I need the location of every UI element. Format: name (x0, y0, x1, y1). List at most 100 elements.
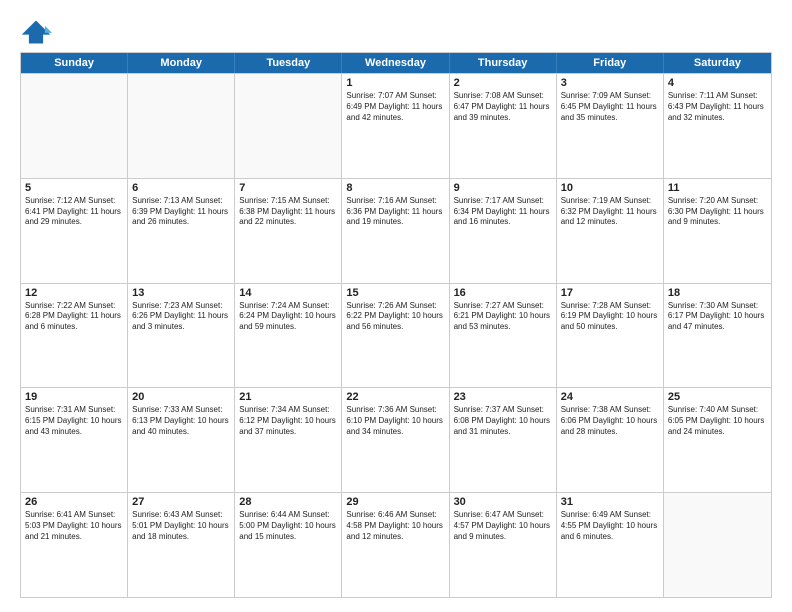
day-number: 22 (346, 391, 444, 403)
calendar-cell (128, 74, 235, 178)
calendar-header-day: Tuesday (235, 53, 342, 73)
day-info: Sunrise: 7:19 AM Sunset: 6:32 PM Dayligh… (561, 196, 659, 228)
day-number: 19 (25, 391, 123, 403)
day-number: 7 (239, 182, 337, 194)
day-number: 13 (132, 287, 230, 299)
calendar-week: 5 Sunrise: 7:12 AM Sunset: 6:41 PM Daylig… (21, 178, 771, 283)
calendar-cell: 6Sunrise: 7:13 AM Sunset: 6:39 PM Daylig… (128, 179, 235, 283)
calendar-cell: 13 Sunrise: 7:23 AM Sunset: 6:26 PM Dayli… (128, 284, 235, 388)
day-info: Sunrise: 7:09 AM Sunset: 6:45 PM Dayligh… (561, 91, 659, 123)
calendar-cell: 26Sunrise: 6:41 AM Sunset: 5:03 PM Dayli… (21, 493, 128, 597)
day-info: Sunrise: 7:23 AM Sunset: 6:26 PM Dayligh… (132, 301, 230, 333)
day-number: 10 (561, 182, 659, 194)
day-number: 11 (668, 182, 767, 194)
day-number: 12 (25, 287, 123, 299)
calendar-cell: 21 Sunrise: 7:34 AM Sunset: 6:12 PM Dayli… (235, 388, 342, 492)
header (20, 18, 772, 46)
calendar-cell: 22 Sunrise: 7:36 AM Sunset: 6:10 PM Dayli… (342, 388, 449, 492)
calendar-cell: 18Sunrise: 7:30 AM Sunset: 6:17 PM Dayli… (664, 284, 771, 388)
day-info: Sunrise: 7:37 AM Sunset: 6:08 PM Dayligh… (454, 405, 552, 437)
logo (20, 18, 56, 46)
calendar-cell: 28Sunrise: 6:44 AM Sunset: 5:00 PM Dayli… (235, 493, 342, 597)
calendar-cell: 20 Sunrise: 7:33 AM Sunset: 6:13 PM Dayli… (128, 388, 235, 492)
day-info: Sunrise: 7:07 AM Sunset: 6:49 PM Dayligh… (346, 91, 444, 123)
day-info: Sunrise: 7:36 AM Sunset: 6:10 PM Dayligh… (346, 405, 444, 437)
day-info: Sunrise: 7:33 AM Sunset: 6:13 PM Dayligh… (132, 405, 230, 437)
calendar-cell: 14Sunrise: 7:24 AM Sunset: 6:24 PM Dayli… (235, 284, 342, 388)
calendar-header-day: Monday (128, 53, 235, 73)
day-info: Sunrise: 6:43 AM Sunset: 5:01 PM Dayligh… (132, 510, 230, 542)
calendar-cell: 1 Sunrise: 7:07 AM Sunset: 6:49 PM Daylig… (342, 74, 449, 178)
calendar-header-day: Sunday (21, 53, 128, 73)
calendar-cell (664, 493, 771, 597)
calendar-header-day: Saturday (664, 53, 771, 73)
calendar-cell: 31Sunrise: 6:49 AM Sunset: 4:55 PM Dayli… (557, 493, 664, 597)
day-number: 8 (346, 182, 444, 194)
calendar-cell: 5 Sunrise: 7:12 AM Sunset: 6:41 PM Daylig… (21, 179, 128, 283)
day-number: 21 (239, 391, 337, 403)
day-info: Sunrise: 6:47 AM Sunset: 4:57 PM Dayligh… (454, 510, 552, 542)
day-number: 27 (132, 496, 230, 508)
calendar-cell: 25 Sunrise: 7:40 AM Sunset: 6:05 PM Dayli… (664, 388, 771, 492)
day-info: Sunrise: 7:27 AM Sunset: 6:21 PM Dayligh… (454, 301, 552, 333)
day-number: 23 (454, 391, 552, 403)
day-info: Sunrise: 7:12 AM Sunset: 6:41 PM Dayligh… (25, 196, 123, 228)
day-number: 20 (132, 391, 230, 403)
day-info: Sunrise: 7:40 AM Sunset: 6:05 PM Dayligh… (668, 405, 767, 437)
day-number: 4 (668, 77, 767, 89)
calendar-cell: 10 Sunrise: 7:19 AM Sunset: 6:32 PM Dayli… (557, 179, 664, 283)
day-number: 5 (25, 182, 123, 194)
day-info: Sunrise: 6:41 AM Sunset: 5:03 PM Dayligh… (25, 510, 123, 542)
calendar-body: 1 Sunrise: 7:07 AM Sunset: 6:49 PM Daylig… (21, 73, 771, 597)
calendar-week: 12 Sunrise: 7:22 AM Sunset: 6:28 PM Dayli… (21, 283, 771, 388)
day-info: Sunrise: 7:20 AM Sunset: 6:30 PM Dayligh… (668, 196, 767, 228)
calendar-cell: 23 Sunrise: 7:37 AM Sunset: 6:08 PM Dayli… (450, 388, 557, 492)
calendar-cell: 7 Sunrise: 7:15 AM Sunset: 6:38 PM Daylig… (235, 179, 342, 283)
calendar-cell: 19 Sunrise: 7:31 AM Sunset: 6:15 PM Dayli… (21, 388, 128, 492)
calendar-cell: 17 Sunrise: 7:28 AM Sunset: 6:19 PM Dayli… (557, 284, 664, 388)
day-info: Sunrise: 7:38 AM Sunset: 6:06 PM Dayligh… (561, 405, 659, 437)
day-info: Sunrise: 7:16 AM Sunset: 6:36 PM Dayligh… (346, 196, 444, 228)
calendar-cell: 29 Sunrise: 6:46 AM Sunset: 4:58 PM Dayli… (342, 493, 449, 597)
day-number: 1 (346, 77, 444, 89)
calendar-header-day: Thursday (450, 53, 557, 73)
day-info: Sunrise: 7:17 AM Sunset: 6:34 PM Dayligh… (454, 196, 552, 228)
day-info: Sunrise: 6:46 AM Sunset: 4:58 PM Dayligh… (346, 510, 444, 542)
calendar-cell: 8 Sunrise: 7:16 AM Sunset: 6:36 PM Daylig… (342, 179, 449, 283)
day-number: 15 (346, 287, 444, 299)
calendar-cell: 4 Sunrise: 7:11 AM Sunset: 6:43 PM Daylig… (664, 74, 771, 178)
calendar-cell: 9 Sunrise: 7:17 AM Sunset: 6:34 PM Daylig… (450, 179, 557, 283)
page: SundayMondayTuesdayWednesdayThursdayFrid… (0, 0, 792, 612)
day-info: Sunrise: 7:15 AM Sunset: 6:38 PM Dayligh… (239, 196, 337, 228)
day-number: 3 (561, 77, 659, 89)
day-number: 17 (561, 287, 659, 299)
day-number: 18 (668, 287, 767, 299)
day-number: 29 (346, 496, 444, 508)
day-info: Sunrise: 7:28 AM Sunset: 6:19 PM Dayligh… (561, 301, 659, 333)
calendar-cell: 12 Sunrise: 7:22 AM Sunset: 6:28 PM Dayli… (21, 284, 128, 388)
day-info: Sunrise: 7:24 AM Sunset: 6:24 PM Dayligh… (239, 301, 337, 333)
day-info: Sunrise: 7:34 AM Sunset: 6:12 PM Dayligh… (239, 405, 337, 437)
day-number: 9 (454, 182, 552, 194)
calendar-week: 1 Sunrise: 7:07 AM Sunset: 6:49 PM Daylig… (21, 73, 771, 178)
calendar-cell: 15 Sunrise: 7:26 AM Sunset: 6:22 PM Dayli… (342, 284, 449, 388)
calendar-cell: 11 Sunrise: 7:20 AM Sunset: 6:30 PM Dayli… (664, 179, 771, 283)
day-info: Sunrise: 7:26 AM Sunset: 6:22 PM Dayligh… (346, 301, 444, 333)
calendar-cell (235, 74, 342, 178)
day-number: 28 (239, 496, 337, 508)
day-info: Sunrise: 7:31 AM Sunset: 6:15 PM Dayligh… (25, 405, 123, 437)
calendar: SundayMondayTuesdayWednesdayThursdayFrid… (20, 52, 772, 598)
calendar-header-day: Friday (557, 53, 664, 73)
calendar-cell: 3 Sunrise: 7:09 AM Sunset: 6:45 PM Daylig… (557, 74, 664, 178)
day-info: Sunrise: 7:11 AM Sunset: 6:43 PM Dayligh… (668, 91, 767, 123)
day-info: Sunrise: 7:22 AM Sunset: 6:28 PM Dayligh… (25, 301, 123, 333)
day-number: 16 (454, 287, 552, 299)
calendar-cell: 16 Sunrise: 7:27 AM Sunset: 6:21 PM Dayli… (450, 284, 557, 388)
day-number: 25 (668, 391, 767, 403)
day-number: 2 (454, 77, 552, 89)
day-number: 6 (132, 182, 230, 194)
calendar-cell: 30Sunrise: 6:47 AM Sunset: 4:57 PM Dayli… (450, 493, 557, 597)
calendar-week: 26Sunrise: 6:41 AM Sunset: 5:03 PM Dayli… (21, 492, 771, 597)
day-info: Sunrise: 6:49 AM Sunset: 4:55 PM Dayligh… (561, 510, 659, 542)
logo-icon (20, 18, 52, 46)
